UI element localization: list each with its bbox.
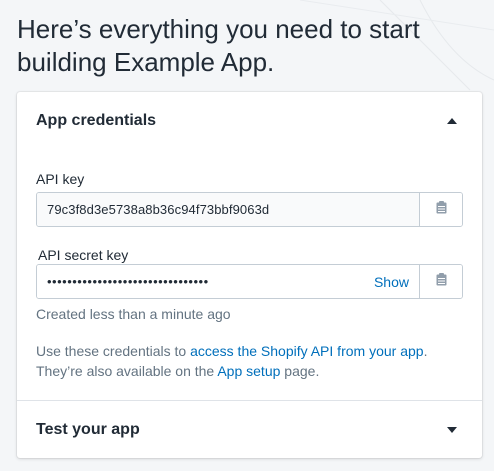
- info-prefix: Use these credentials to: [36, 343, 191, 359]
- copy-api-key-button[interactable]: [419, 193, 462, 226]
- api-secret-key-label: API secret key: [38, 247, 129, 263]
- access-api-link[interactable]: access the Shopify API from your app: [190, 343, 423, 359]
- info-suffix: page.: [280, 363, 320, 379]
- page-title: Here’s everything you need to start buil…: [17, 14, 420, 77]
- clipboard-icon: [436, 272, 447, 291]
- app-credentials-title: App credentials: [36, 112, 157, 129]
- api-key-field: 79c3f8d3e5738a8b36c94f73bbf9063d: [36, 192, 463, 227]
- app-credentials-header[interactable]: App credentials: [17, 92, 482, 150]
- api-secret-key-value[interactable]: ••••••••••••••••••••••••••••••••: [37, 265, 364, 298]
- caret-down-icon[interactable]: [446, 424, 458, 436]
- created-note: Created less than a minute ago: [36, 306, 231, 322]
- api-key-value[interactable]: 79c3f8d3e5738a8b36c94f73bbf9063d: [37, 193, 419, 226]
- test-your-app-title: Test your app: [36, 420, 140, 438]
- clipboard-icon: [436, 200, 447, 219]
- app-setup-link[interactable]: App setup: [217, 363, 280, 379]
- show-secret-button[interactable]: Show: [363, 265, 419, 298]
- copy-secret-key-button[interactable]: [419, 265, 462, 298]
- caret-up-icon[interactable]: [446, 115, 458, 127]
- test-your-app-header[interactable]: Test your app: [17, 401, 482, 458]
- app-credentials-card: App credentials API key 79c3f8d3e5738a8b…: [17, 92, 482, 458]
- credentials-info: Use these credentials to access the Shop…: [36, 341, 456, 381]
- api-secret-key-field: •••••••••••••••••••••••••••••••• Show: [36, 264, 463, 299]
- api-key-label: API key: [36, 171, 85, 187]
